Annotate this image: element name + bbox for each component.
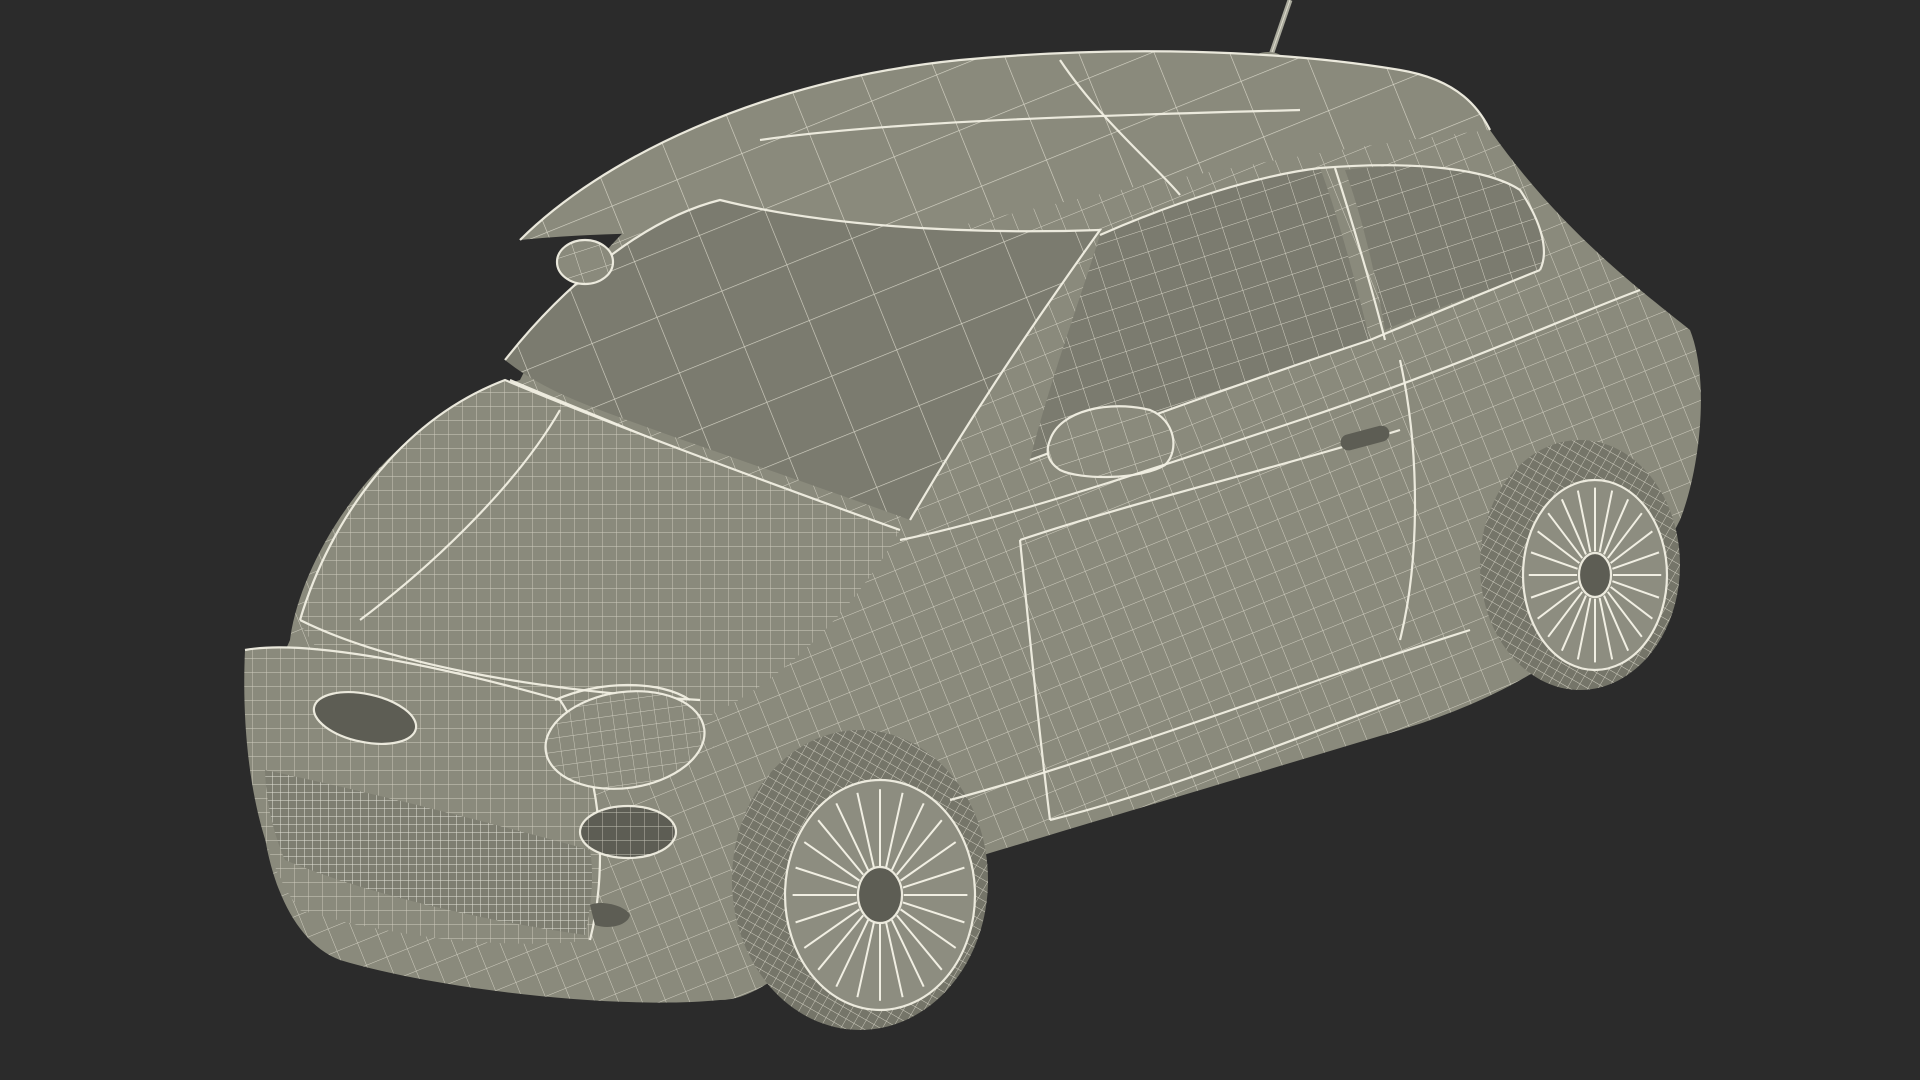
front-wheel <box>732 730 988 1030</box>
rear-wheel <box>1480 440 1680 690</box>
far-side-mirror <box>555 238 615 286</box>
car-wireframe-render <box>244 0 1701 1030</box>
viewport-canvas[interactable] <box>0 0 1920 1080</box>
turn-signal <box>578 804 678 860</box>
